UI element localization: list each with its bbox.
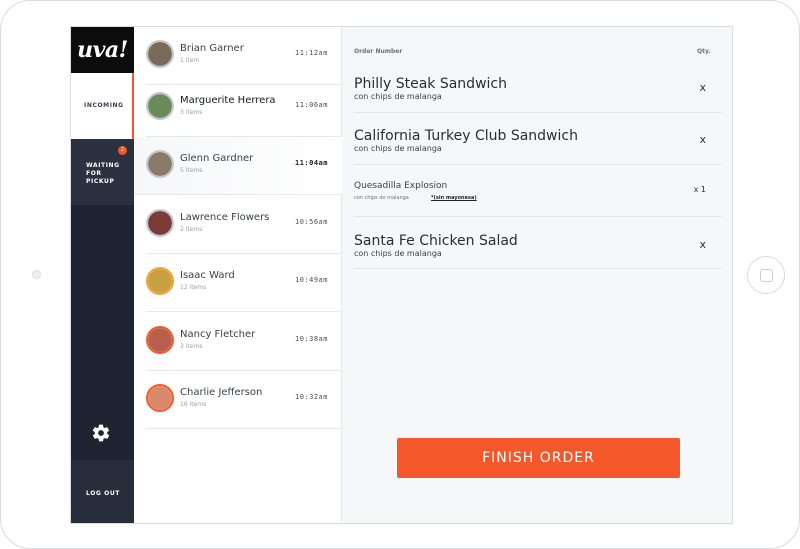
item-count: 16 items: [180, 401, 207, 408]
order-time: 10:49am: [294, 276, 328, 284]
item-name: Santa Fe Chicken Salad: [354, 233, 518, 249]
customer-avatar: [146, 267, 174, 295]
nav-item-waiting-for-pickup[interactable]: 2 WAITING FOR PICKUP: [71, 139, 134, 205]
finish-order-button[interactable]: FINISH ORDER: [397, 438, 680, 478]
order-row[interactable]: Nancy Fletcher 3 items 10:38am: [146, 313, 342, 371]
order-row[interactable]: Brian Garner 1 item 11:12am: [146, 27, 342, 85]
sidebar-nav: uva! INCOMING 2 WAITING FOR PICKUP LOG O…: [71, 27, 134, 523]
customer-name: Charlie Jefferson: [180, 387, 263, 398]
nav-spacer: [71, 205, 134, 460]
order-row[interactable]: Marguerite Herrera 3 items 11:06am: [146, 79, 342, 137]
order-row[interactable]: Isaac Ward 12 items 10:49am: [146, 254, 342, 312]
item-name: California Turkey Club Sandwich: [354, 128, 578, 144]
nav-item-waiting-label: WAITING FOR PICKUP: [86, 162, 120, 185]
order-detail-panel: Order Number Qty. Philly Steak Sandwich …: [342, 27, 732, 523]
item-name: Philly Steak Sandwich: [354, 76, 507, 92]
nav-item-incoming[interactable]: INCOMING: [71, 73, 134, 139]
item-subtitle: con chips de malanga: [354, 249, 442, 258]
item-subtitle: con chips de malanga: [354, 195, 409, 201]
camera-dot: [32, 270, 41, 279]
tablet-frame: uva! INCOMING 2 WAITING FOR PICKUP LOG O…: [0, 0, 800, 549]
customer-name: Nancy Fletcher: [180, 329, 256, 340]
customer-avatar: [146, 326, 174, 354]
order-row[interactable]: Lawrence Flowers 2 items 10:56am: [146, 196, 342, 254]
order-item: Philly Steak Sandwich con chips de malan…: [354, 65, 722, 113]
item-subtitle: con chips de malanga: [354, 92, 442, 101]
customer-avatar: [146, 92, 174, 120]
item-note[interactable]: *(sin mayonesa): [431, 195, 477, 201]
order-time: 11:04am: [294, 159, 328, 167]
logout-label: LOG OUT: [86, 490, 120, 497]
customer-name: Marguerite Herrera: [180, 95, 276, 106]
item-count: 2 items: [180, 226, 203, 233]
item-qty: x 1: [693, 185, 706, 194]
order-time: 10:56am: [294, 218, 328, 226]
nav-item-incoming-label: INCOMING: [84, 102, 124, 109]
app-screen: uva! INCOMING 2 WAITING FOR PICKUP LOG O…: [70, 26, 733, 524]
item-qty: x: [699, 238, 706, 251]
customer-avatar: [146, 40, 174, 68]
customer-name: Isaac Ward: [180, 270, 235, 281]
gear-icon[interactable]: [91, 423, 111, 443]
order-item: California Turkey Club Sandwich con chip…: [354, 113, 722, 165]
order-row[interactable]: Charlie Jefferson 16 items 10:32am: [146, 371, 342, 429]
order-time: 11:12am: [294, 49, 328, 57]
order-row-selected[interactable]: Glenn Gardner 5 items 11:04am: [134, 137, 342, 195]
waiting-count-badge: 2: [118, 146, 127, 155]
item-count: 12 items: [180, 284, 207, 291]
customer-avatar: [146, 150, 174, 178]
app-logo: uva!: [71, 27, 134, 73]
customer-name: Brian Garner: [180, 43, 244, 54]
home-button[interactable]: [747, 256, 785, 294]
logout-button[interactable]: LOG OUT: [71, 460, 134, 523]
item-qty: x: [699, 81, 706, 94]
qty-header: Qty.: [697, 48, 711, 55]
order-number-header: Order Number: [354, 48, 403, 55]
customer-name: Glenn Gardner: [180, 153, 254, 164]
order-item: Santa Fe Chicken Salad con chips de mala…: [354, 217, 722, 269]
customer-avatar: [146, 384, 174, 412]
item-count: 3 items: [180, 343, 203, 350]
customer-avatar: [146, 209, 174, 237]
order-time: 10:38am: [294, 335, 328, 343]
customer-name: Lawrence Flowers: [180, 212, 270, 223]
item-count: 1 item: [180, 57, 200, 64]
item-name: Quesadilla Explosion: [354, 181, 448, 191]
item-count: 3 items: [180, 109, 203, 116]
order-list: Brian Garner 1 item 11:12am Marguerite H…: [134, 27, 342, 523]
order-time: 10:32am: [294, 393, 328, 401]
item-subtitle: con chips de malanga: [354, 144, 442, 153]
order-time: 11:06am: [294, 101, 328, 109]
item-count: 5 items: [180, 167, 203, 174]
item-qty: x: [699, 133, 706, 146]
order-item: Quesadilla Explosion con chips de malang…: [354, 165, 722, 217]
